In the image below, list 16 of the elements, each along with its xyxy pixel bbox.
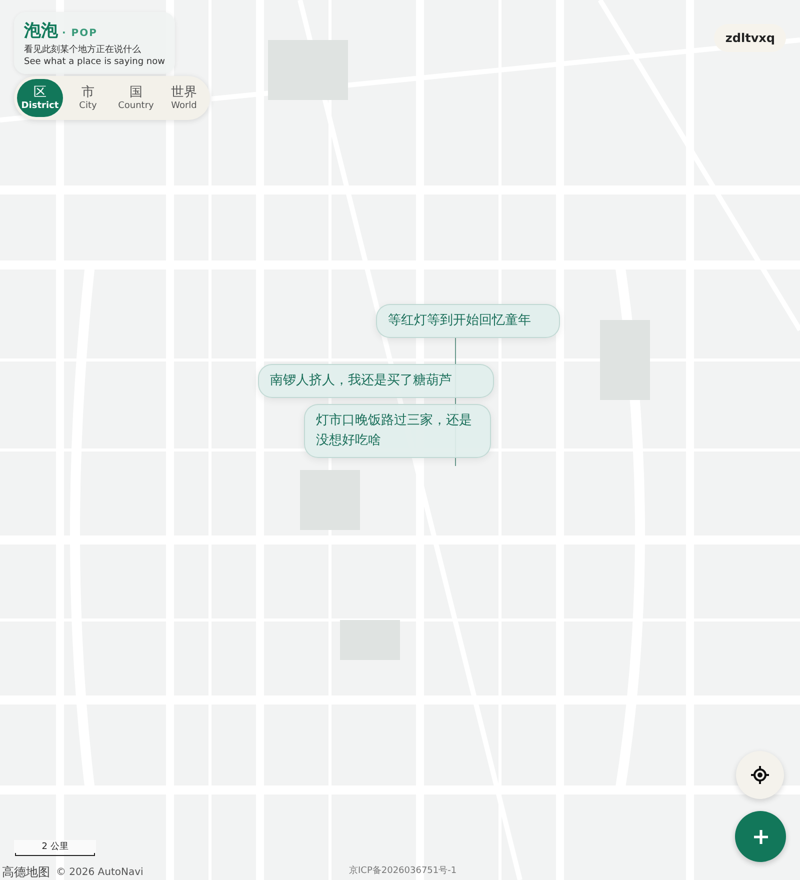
app-tag: · POP [62,28,98,39]
icp-text: 京ICP备2026036751号-1 [349,864,457,877]
app-title: 泡泡 [24,20,58,42]
scale-label: 2 公里 [42,840,68,853]
scope-tab[interactable]: 市 City [65,79,111,117]
scope-tab[interactable]: 国 Country [113,79,159,117]
speech-bubble[interactable]: 南锣人挤人，我还是买了糖葫芦 [258,364,494,398]
scope-tab[interactable]: 世界 World [161,79,207,117]
speech-bubble[interactable]: 灯市口晚饭路过三家，还是没想好吃啥 [304,404,491,458]
copyright-text: © 2026 AutoNavi [56,867,144,878]
user-button[interactable]: zdltvxq [714,24,786,52]
scope-tab[interactable]: 区 District [17,79,63,117]
app-subtitle: 看见此刻某个地方正在说什么 [24,44,142,56]
app-subtitle: See what a place is saying now [24,57,165,67]
map-logo: 高德地图 [2,864,50,880]
speech-bubble[interactable]: 等红灯等到开始回忆童年 [376,304,560,338]
